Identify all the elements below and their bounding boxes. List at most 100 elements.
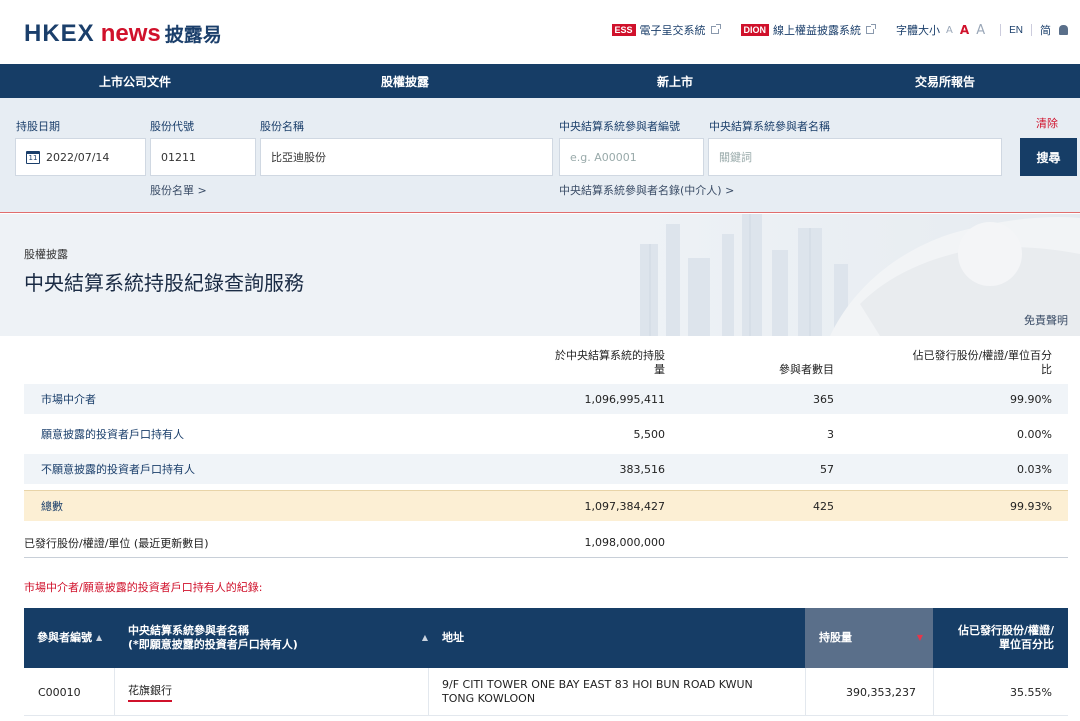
nav-new-listings[interactable]: 新上市 [540, 64, 810, 98]
participants-table-header: 參與者編號 ▲ 中央結算系統參與者名稱 (*即願意披露的投資者戶口持有人) ▲ … [24, 608, 1068, 668]
summary-row-qty: 5,500 [633, 427, 666, 441]
summary-total-pct: 99.93% [1010, 499, 1052, 513]
column-address[interactable]: 地址 [442, 608, 464, 668]
table-row: C00010 花旗銀行 9/F CITI TOWER ONE BAY EAST … [24, 668, 1068, 716]
logo-news: news [100, 20, 161, 47]
stock-code-label: 股份代號 [150, 120, 194, 133]
stock-list-link[interactable]: 股份名單 > [150, 182, 207, 198]
participant-name-cell[interactable]: 花旗銀行 [128, 668, 172, 716]
column-pct-line2: 單位百分比 [999, 638, 1054, 651]
external-link-icon [710, 24, 721, 34]
lang-en-button[interactable]: EN [1009, 25, 1023, 36]
logo-chinese: 披露易 [164, 24, 222, 46]
stock-code-field[interactable]: 01211 [150, 138, 256, 176]
participants-table: 參與者編號 ▲ 中央結算系統參與者名稱 (*即願意披露的投資者戶口持有人) ▲ … [24, 608, 1068, 716]
address-cell: 9/F CITI TOWER ONE BAY EAST 83 HOI BUN R… [442, 668, 753, 716]
summary-row-participants: 365 [813, 392, 834, 406]
summary-row-total: 總數 1,097,384,427 425 99.93% [24, 490, 1068, 521]
summary-row-qty: 1,096,995,411 [584, 392, 665, 406]
font-size-large-button[interactable]: A [976, 23, 985, 38]
summary-row-qty: 383,516 [619, 462, 666, 476]
participant-list-link[interactable]: 中央結算系統參與者名錄(中介人) > [559, 182, 734, 198]
summary-header-qty: 於中央結算系統的持股 量 [515, 349, 665, 377]
column-divider [933, 668, 934, 716]
participant-id-label: 中央結算系統參與者編號 [559, 120, 680, 133]
page-title: 中央結算系統持股紀錄查詢服務 [24, 271, 304, 295]
search-panel: 持股日期 股份代號 股份名稱 中央結算系統參與者編號 中央結算系統參與者名稱 清… [0, 98, 1080, 213]
summary-total-qty: 1,097,384,427 [584, 499, 665, 513]
holding-cell: 390,353,237 [846, 685, 916, 699]
utility-links: ESS 電子呈交系統 DION 線上權益披露系統 字體大小 A A A EN 简 [611, 22, 1068, 38]
notification-bell-icon[interactable] [1059, 25, 1068, 35]
summary-row-non-consenting-investors: 不願意披露的投資者戶口持有人 383,516 57 0.03% [24, 454, 1068, 484]
stock-name-field[interactable]: 比亞迪股份 [260, 138, 553, 176]
participant-name-field[interactable]: 關鍵詞 [708, 138, 1002, 176]
logo-hkex: HKEX [24, 20, 95, 47]
column-pct[interactable]: 佔已發行股份/權證/ 單位百分比 [936, 608, 1054, 668]
date-value: 2022/07/14 [46, 150, 110, 164]
disclaimer-link[interactable]: 免責聲明 [1024, 312, 1068, 328]
top-header: HKEX news 披露易 ESS 電子呈交系統 DION 線上權益披露系統 字… [0, 0, 1080, 64]
lang-simplified-button[interactable]: 简 [1040, 22, 1051, 38]
address-line1: 9/F CITI TOWER ONE BAY EAST 83 HOI BUN R… [442, 678, 753, 691]
issued-shares-row: 已發行股份/權證/單位 (最近更新數目) 1,098,000,000 [24, 528, 1068, 558]
summary-row-participants: 3 [827, 427, 834, 441]
column-participant-id[interactable]: 參與者編號 ▲ [37, 608, 102, 668]
external-link-icon [866, 24, 877, 34]
divider [1000, 24, 1002, 36]
summary-header-pct: 佔已發行股份/權證/單位百分 比 [862, 349, 1052, 377]
summary-row-name: 不願意披露的投資者戶口持有人 [41, 463, 195, 476]
column-pct-labels: 佔已發行股份/權證/ 單位百分比 [958, 624, 1054, 652]
dion-label: 線上權益披露系統 [773, 24, 862, 37]
divider [1031, 24, 1032, 36]
nav-listed-company-documents[interactable]: 上市公司文件 [0, 64, 270, 98]
summary-row-intermediaries: 市場中介者 1,096,995,411 365 99.90% [24, 384, 1068, 414]
ess-label: 電子呈交系統 [639, 24, 706, 37]
search-button[interactable]: 搜尋 [1020, 138, 1077, 176]
summary-header-pct-line2: 比 [1041, 363, 1052, 376]
breadcrumb[interactable]: 股權披露 [24, 246, 68, 262]
pct-cell: 35.55% [1010, 685, 1052, 699]
column-name-line1: 中央結算系統參與者名稱 [128, 624, 249, 637]
column-participant-name-labels: 中央結算系統參與者名稱 (*即願意披露的投資者戶口持有人) [128, 624, 298, 652]
address-line2: TONG KOWLOON [442, 692, 536, 705]
summary-row-participants: 57 [820, 462, 834, 476]
date-field[interactable]: 11 2022/07/14 [15, 138, 146, 176]
column-pct-line1: 佔已發行股份/權證/ [957, 624, 1054, 637]
issued-shares-value: 1,098,000,000 [584, 536, 665, 549]
column-holding[interactable]: 持股量 ▼ [805, 608, 933, 668]
nav-exchange-reports[interactable]: 交易所報告 [810, 64, 1080, 98]
calendar-icon: 11 [26, 150, 40, 164]
hkexnews-logo[interactable]: HKEX news 披露易 [24, 20, 222, 48]
font-size-small-button[interactable]: A [946, 25, 953, 36]
summary-total-name: 總數 [41, 500, 63, 513]
summary-header-participants: 參與者數目 [779, 363, 834, 376]
stock-name-value: 比亞迪股份 [271, 151, 326, 164]
clear-button[interactable]: 清除 [1036, 115, 1058, 131]
font-size-medium-button[interactable]: A [960, 23, 969, 37]
summary-row-pct: 0.00% [1017, 427, 1052, 441]
dion-badge: DION [740, 24, 770, 36]
summary-row-pct: 0.03% [1017, 462, 1052, 476]
participant-name-link[interactable]: 花旗銀行 [128, 682, 172, 702]
column-divider [114, 668, 115, 716]
summary-row-name: 市場中介者 [41, 393, 96, 406]
summary-header-qty-line1: 於中央結算系統的持股 [555, 349, 665, 362]
sort-down-icon: ▼ [916, 633, 923, 642]
participant-id-field[interactable]: e.g. A00001 [559, 138, 704, 176]
dion-link[interactable]: DION 線上權益披露系統 [740, 22, 877, 38]
sort-up-icon: ▲ [421, 633, 428, 642]
stock-name-label: 股份名稱 [260, 120, 304, 133]
summary-header-qty-line2: 量 [654, 363, 665, 376]
ess-link[interactable]: ESS 電子呈交系統 [611, 22, 721, 38]
summary-row-pct: 99.90% [1010, 392, 1052, 406]
column-participant-name[interactable]: 中央結算系統參與者名稱 (*即願意披露的投資者戶口持有人) ▲ [128, 608, 428, 668]
participant-id-placeholder: e.g. A00001 [570, 150, 637, 164]
nav-disclosure-of-interests[interactable]: 股權披露 [270, 64, 540, 98]
records-heading: 市場中介者/願意披露的投資者戶口持有人的紀錄: [24, 581, 263, 594]
issued-shares-label: 已發行股份/權證/單位 (最近更新數目) [24, 536, 209, 550]
stock-code-value: 01211 [161, 150, 196, 164]
column-participant-id-label: 參與者編號 [37, 631, 92, 644]
address-text: 9/F CITI TOWER ONE BAY EAST 83 HOI BUN R… [442, 678, 753, 706]
column-divider [428, 668, 429, 716]
